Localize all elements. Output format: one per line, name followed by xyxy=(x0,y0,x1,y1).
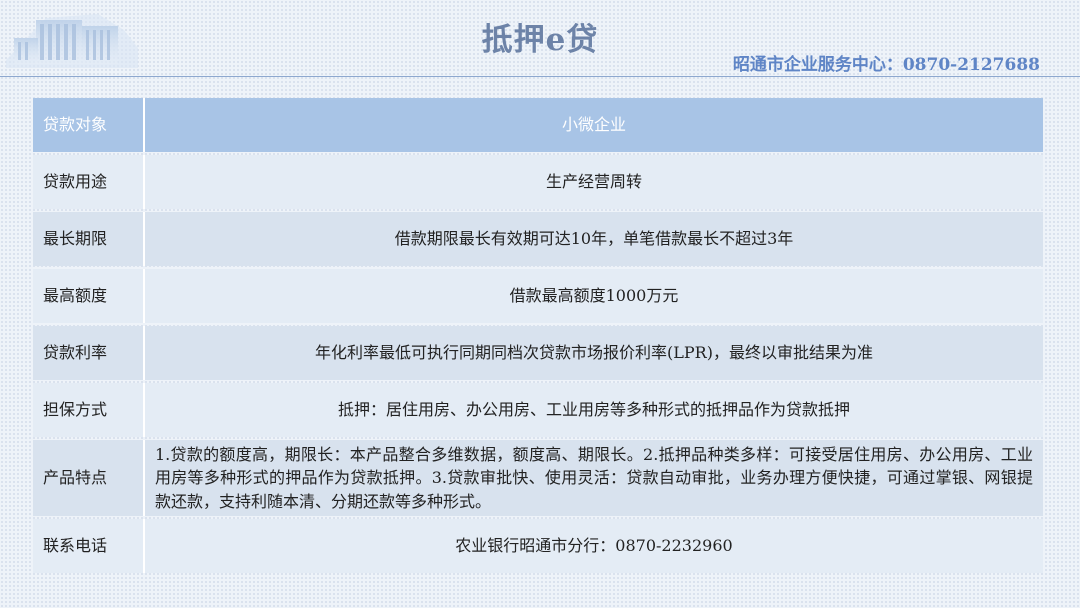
row-value: 生产经营周转 xyxy=(145,155,1043,209)
row-label: 贷款用途 xyxy=(33,155,145,209)
table-row-loan-purpose: 贷款用途 生产经营周转 xyxy=(33,155,1043,209)
table-row-guarantee: 担保方式 抵押：居住用房、办公用房、工业用房等多种形式的抵押品作为贷款抵押 xyxy=(33,383,1043,437)
row-label: 贷款对象 xyxy=(33,98,145,152)
service-hotline: 昭通市企业服务中心：0870-2127688 xyxy=(732,55,1040,75)
row-label: 联系电话 xyxy=(33,519,145,573)
row-label: 产品特点 xyxy=(33,440,145,516)
row-value: 借款期限最长有效期可达10年，单笔借款最长不超过3年 xyxy=(145,212,1043,266)
row-label: 最长期限 xyxy=(33,212,145,266)
table-row-max-term: 最长期限 借款期限最长有效期可达10年，单笔借款最长不超过3年 xyxy=(33,212,1043,266)
row-label: 最高额度 xyxy=(33,269,145,323)
loan-info-table: 贷款对象 小微企业 贷款用途 生产经营周转 最长期限 借款期限最长有效期可达10… xyxy=(33,95,1043,576)
row-value: 农业银行昭通市分行：0870-2232960 xyxy=(145,519,1043,573)
row-label: 担保方式 xyxy=(33,383,145,437)
table-row-contact-phone: 联系电话 农业银行昭通市分行：0870-2232960 xyxy=(33,519,1043,573)
table-row-max-amount: 最高额度 借款最高额度1000万元 xyxy=(33,269,1043,323)
table-row-interest-rate: 贷款利率 年化利率最低可执行同期同档次贷款市场报价利率(LPR)，最终以审批结果… xyxy=(33,326,1043,380)
header-divider xyxy=(0,76,1080,77)
row-value: 借款最高额度1000万元 xyxy=(145,269,1043,323)
row-value: 1.贷款的额度高，期限长：本产品整合多维数据，额度高、期限长。2.抵押品种类多样… xyxy=(145,440,1043,516)
row-label: 贷款利率 xyxy=(33,326,145,380)
table-row-features: 产品特点 1.贷款的额度高，期限长：本产品整合多维数据，额度高、期限长。2.抵押… xyxy=(33,440,1043,516)
row-value: 抵押：居住用房、办公用房、工业用房等多种形式的抵押品作为贷款抵押 xyxy=(145,383,1043,437)
row-value: 小微企业 xyxy=(145,98,1043,152)
row-value: 年化利率最低可执行同期同档次贷款市场报价利率(LPR)，最终以审批结果为准 xyxy=(145,326,1043,380)
table-row-loan-target: 贷款对象 小微企业 xyxy=(33,98,1043,152)
